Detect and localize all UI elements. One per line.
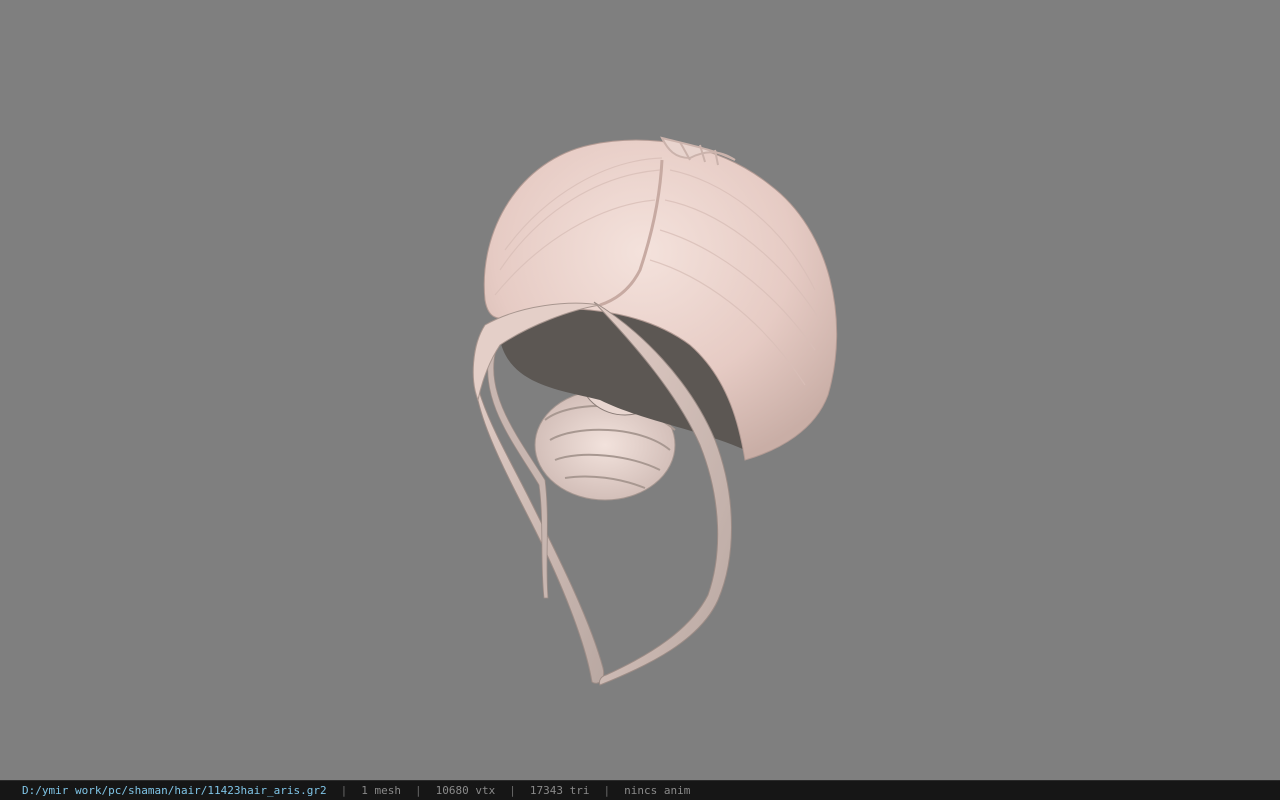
status-separator: | — [603, 784, 611, 797]
mesh-count-label: 1 mesh — [361, 784, 402, 797]
status-separator: | — [340, 784, 348, 797]
status-bar: D:/ymir work/pc/shaman/hair/11423hair_ar… — [0, 780, 1280, 800]
3d-viewport[interactable] — [0, 0, 1280, 780]
status-separator: | — [415, 784, 422, 797]
file-path-label: D:/ymir work/pc/shaman/hair/11423hair_ar… — [22, 784, 327, 797]
hair-model-render[interactable] — [0, 0, 1280, 780]
hair-strand-left-thin — [487, 349, 549, 599]
animation-status-label: nincs anim — [624, 784, 691, 797]
vertex-count-label: 10680 vtx — [435, 784, 496, 797]
status-separator: | — [509, 784, 516, 797]
triangle-count-label: 17343 tri — [529, 784, 590, 797]
